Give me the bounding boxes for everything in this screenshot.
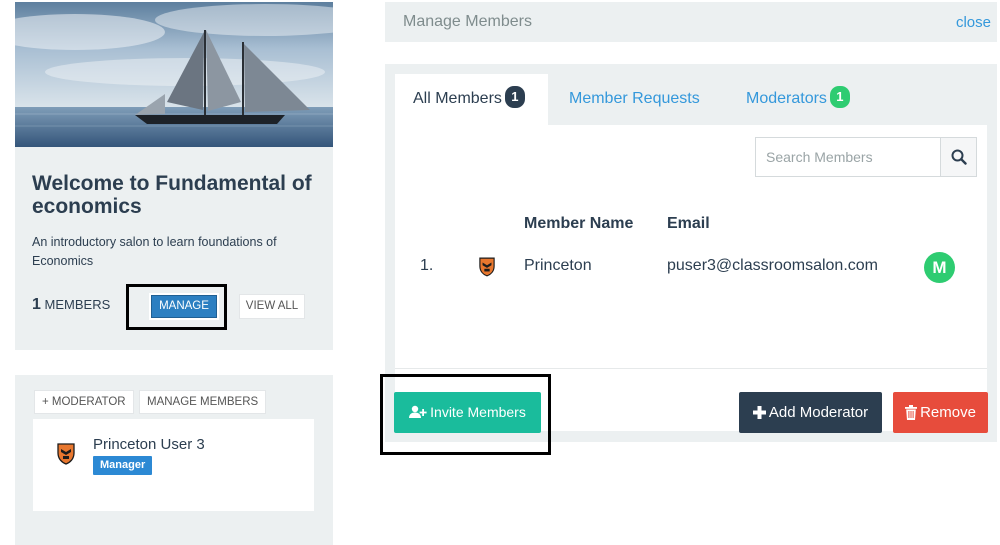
search-button[interactable] — [940, 138, 976, 176]
tab-all-members-label: All Members — [413, 90, 502, 107]
column-header-member-name: Member Name — [524, 215, 634, 232]
manager-badge: Manager — [93, 456, 153, 475]
moderators-count-badge: 1 — [829, 85, 850, 108]
members-count-label: MEMBERS — [44, 297, 111, 312]
remove-button[interactable]: Remove — [893, 392, 988, 433]
members-count-number: 1 — [32, 296, 41, 313]
member-name-cell: Princeton — [524, 257, 592, 274]
moderator-user-card[interactable]: Princeton User 3 Manager — [33, 419, 314, 511]
member-email-cell: puser3@classroomsalon.com — [667, 257, 878, 274]
plus-icon — [752, 405, 766, 419]
add-moderator-chip[interactable]: + MODERATOR — [34, 390, 134, 414]
divider — [395, 368, 987, 369]
manage-members-title: Manage Members — [403, 13, 532, 30]
close-link[interactable]: close — [956, 14, 991, 31]
manage-highlight-box — [126, 284, 227, 330]
row-number: 1. — [420, 257, 434, 274]
add-moderator-button[interactable]: Add Moderator — [739, 392, 882, 433]
remove-label: Remove — [920, 404, 976, 421]
all-members-count-badge: 1 — [504, 85, 525, 108]
princeton-shield-icon — [57, 443, 75, 465]
tab-all-members[interactable]: All Members 1 — [395, 74, 548, 125]
tab-member-requests[interactable]: Member Requests — [569, 74, 700, 125]
moderator-role-badge[interactable]: M — [924, 252, 955, 283]
tab-moderators-label: Moderators — [746, 90, 827, 107]
moderator-name: Princeton User 3 — [93, 436, 205, 453]
invite-highlight-box — [380, 374, 551, 455]
salon-description: An introductory salon to learn foundatio… — [32, 235, 277, 268]
view-all-button[interactable]: VIEW ALL — [239, 294, 305, 319]
tab-moderators[interactable]: Moderators 1 — [746, 74, 850, 125]
salon-cover-image — [15, 2, 333, 147]
manage-members-header: Manage Members close — [385, 2, 997, 42]
members-count: 1 MEMBERS — [32, 296, 110, 314]
princeton-shield-icon — [479, 257, 495, 277]
search-input[interactable] — [756, 138, 940, 176]
search-icon — [951, 149, 967, 165]
moderators-card: + MODERATOR MANAGE MEMBERS Princeton Use… — [15, 375, 333, 545]
search-box — [755, 137, 977, 177]
add-moderator-label: Add Moderator — [768, 404, 869, 421]
trash-icon — [905, 404, 918, 420]
salon-title: Welcome to Fundamental of economics — [32, 172, 312, 218]
manage-members-chip[interactable]: MANAGE MEMBERS — [139, 390, 267, 414]
column-header-email: Email — [667, 215, 710, 232]
member-tabs: All Members 1 Member Requests Moderators 1 — [385, 64, 997, 125]
tab-member-requests-label: Member Requests — [569, 90, 700, 107]
